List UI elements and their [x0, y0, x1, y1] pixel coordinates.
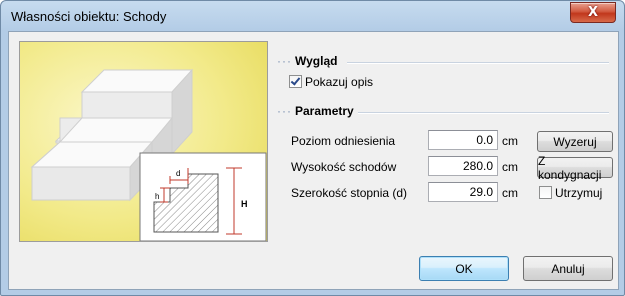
stairs-height-unit: cm [502, 160, 518, 174]
appearance-group-title: ··· Wygląd [277, 54, 338, 68]
reference-level-unit: cm [502, 134, 518, 148]
cancel-button[interactable]: Anuluj [523, 256, 613, 281]
parameters-divider [358, 112, 609, 114]
step-width-label: Szerokość stopnia (d) [291, 186, 408, 200]
title-bar[interactable]: Własności obiektu: Schody X [1, 1, 624, 31]
step-width-unit: cm [502, 186, 518, 200]
stairs-height-label: Wysokość schodów [291, 160, 397, 174]
dim-H-label: H [241, 199, 248, 209]
reset-button[interactable]: Wyzeruj [537, 131, 613, 152]
close-button[interactable]: X [570, 2, 616, 23]
dialog-client-area: H d h ··· Wygląd Pokazuj opis ··· Parame… [8, 31, 619, 290]
dim-d-label: d [176, 169, 180, 178]
close-icon: X [587, 5, 599, 20]
from-storey-button[interactable]: Z kondygnacji [537, 154, 613, 182]
step-width-input[interactable]: 29.0 [428, 182, 498, 202]
reference-level-input[interactable]: 0.0 [428, 130, 498, 150]
step-dimension-diagram: H d h [139, 152, 267, 241]
dim-h-label: h [155, 192, 159, 201]
dialog-window: Własności obiektu: Schody X H d h ··· Wy… [0, 0, 625, 296]
ok-button[interactable]: OK [419, 256, 509, 281]
keep-label[interactable]: Utrzymuj [555, 186, 602, 200]
stairs-illustration: H d h [20, 42, 267, 241]
parameters-group-title: ··· Parametry [277, 104, 354, 118]
show-description-label[interactable]: Pokazuj opis [305, 75, 373, 89]
stairs-height-input[interactable]: 280.0 [428, 156, 498, 176]
reference-level-label: Poziom odniesienia [291, 134, 396, 148]
keep-checkbox[interactable] [539, 186, 552, 199]
appearance-divider [347, 62, 609, 64]
window-title: Własności obiektu: Schody [11, 9, 167, 24]
stairs-preview-image: H d h [19, 41, 268, 242]
show-description-checkbox[interactable] [289, 75, 302, 88]
